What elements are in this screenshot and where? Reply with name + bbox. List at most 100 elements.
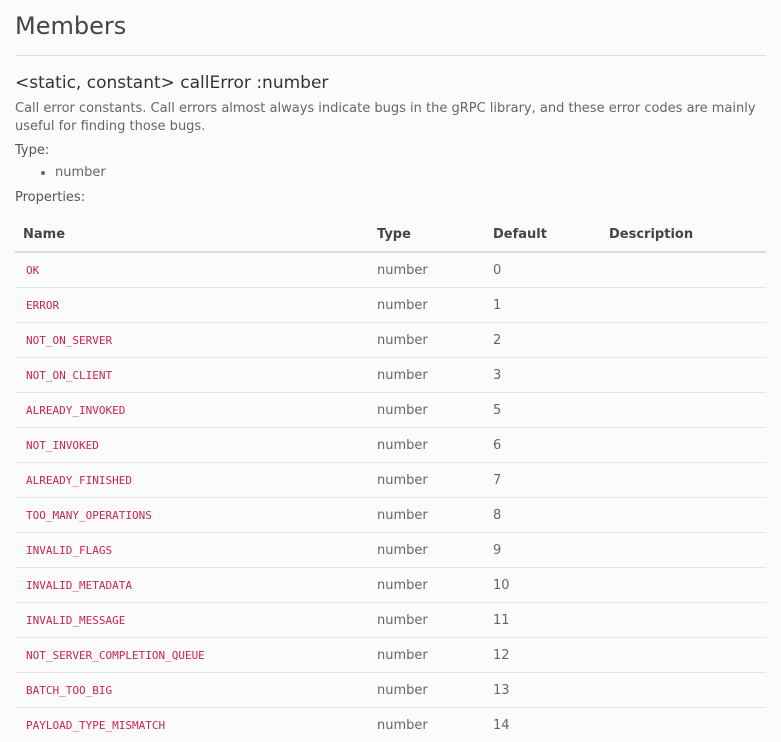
cell-description <box>601 673 766 708</box>
table-row: OK number 0 <box>15 252 766 288</box>
cell-name: NOT_ON_SERVER <box>15 323 369 358</box>
header-default: Default <box>485 217 601 252</box>
table-header-row: Name Type Default Description <box>15 217 766 252</box>
table-row: INVALID_METADATA number 10 <box>15 568 766 603</box>
cell-description <box>601 323 766 358</box>
constant-name: NOT_ON_SERVER <box>23 334 115 347</box>
section-divider <box>15 55 766 56</box>
properties-label: Properties: <box>15 189 766 207</box>
cell-description <box>601 463 766 498</box>
constant-name: NOT_INVOKED <box>23 439 102 452</box>
cell-name: INVALID_METADATA <box>15 568 369 603</box>
cell-description <box>601 568 766 603</box>
header-description: Description <box>601 217 766 252</box>
cell-type: number <box>369 252 485 288</box>
cell-type: number <box>369 708 485 742</box>
cell-description <box>601 428 766 463</box>
cell-default: 13 <box>485 673 601 708</box>
cell-name: OK <box>15 252 369 288</box>
table-row: INVALID_FLAGS number 9 <box>15 533 766 568</box>
constant-name: BATCH_TOO_BIG <box>23 684 115 697</box>
cell-name: INVALID_FLAGS <box>15 533 369 568</box>
constant-name: TOO_MANY_OPERATIONS <box>23 509 155 522</box>
table-row: ALREADY_INVOKED number 5 <box>15 393 766 428</box>
header-name: Name <box>15 217 369 252</box>
cell-default: 9 <box>485 533 601 568</box>
cell-default: 10 <box>485 568 601 603</box>
cell-name: ALREADY_INVOKED <box>15 393 369 428</box>
table-row: PAYLOAD_TYPE_MISMATCH number 14 <box>15 708 766 742</box>
type-list-item: number <box>55 164 766 182</box>
cell-default: 0 <box>485 252 601 288</box>
cell-type: number <box>369 358 485 393</box>
cell-type: number <box>369 568 485 603</box>
table-row: TOO_MANY_OPERATIONS number 8 <box>15 498 766 533</box>
cell-description <box>601 708 766 742</box>
table-row: BATCH_TOO_BIG number 13 <box>15 673 766 708</box>
table-row: ALREADY_FINISHED number 7 <box>15 463 766 498</box>
type-label: Type: <box>15 142 766 160</box>
constant-name: INVALID_FLAGS <box>23 544 115 557</box>
cell-type: number <box>369 533 485 568</box>
cell-description <box>601 288 766 323</box>
member-description: Call error constants. Call errors almost… <box>15 100 765 136</box>
cell-default: 3 <box>485 358 601 393</box>
constant-name: OK <box>23 264 42 277</box>
cell-default: 1 <box>485 288 601 323</box>
cell-default: 8 <box>485 498 601 533</box>
cell-name: NOT_SERVER_COMPLETION_QUEUE <box>15 638 369 673</box>
cell-type: number <box>369 323 485 358</box>
table-row: NOT_SERVER_COMPLETION_QUEUE number 12 <box>15 638 766 673</box>
constant-name: NOT_SERVER_COMPLETION_QUEUE <box>23 649 208 662</box>
table-row: INVALID_MESSAGE number 11 <box>15 603 766 638</box>
cell-type: number <box>369 498 485 533</box>
constant-name: PAYLOAD_TYPE_MISMATCH <box>23 719 168 732</box>
constant-name: ALREADY_INVOKED <box>23 404 128 417</box>
cell-name: ALREADY_FINISHED <box>15 463 369 498</box>
cell-description <box>601 603 766 638</box>
cell-default: 6 <box>485 428 601 463</box>
header-type: Type <box>369 217 485 252</box>
properties-table: Name Type Default Description OK number … <box>15 217 766 742</box>
cell-type: number <box>369 638 485 673</box>
cell-name: ERROR <box>15 288 369 323</box>
cell-default: 7 <box>485 463 601 498</box>
table-row: NOT_ON_SERVER number 2 <box>15 323 766 358</box>
doc-page: Members <static, constant> callError :nu… <box>0 0 781 742</box>
cell-type: number <box>369 463 485 498</box>
cell-name: BATCH_TOO_BIG <box>15 673 369 708</box>
cell-default: 2 <box>485 323 601 358</box>
member-signature: <static, constant> callError :number <box>15 71 766 95</box>
table-row: NOT_ON_CLIENT number 3 <box>15 358 766 393</box>
table-row: ERROR number 1 <box>15 288 766 323</box>
constant-name: NOT_ON_CLIENT <box>23 369 115 382</box>
cell-type: number <box>369 428 485 463</box>
type-list: number <box>15 164 766 182</box>
cell-default: 5 <box>485 393 601 428</box>
cell-description <box>601 252 766 288</box>
cell-name: INVALID_MESSAGE <box>15 603 369 638</box>
cell-default: 14 <box>485 708 601 742</box>
cell-default: 11 <box>485 603 601 638</box>
constant-name: INVALID_METADATA <box>23 579 135 592</box>
cell-description <box>601 638 766 673</box>
cell-type: number <box>369 603 485 638</box>
constant-name: ALREADY_FINISHED <box>23 474 135 487</box>
cell-name: PAYLOAD_TYPE_MISMATCH <box>15 708 369 742</box>
cell-description <box>601 358 766 393</box>
cell-name: NOT_ON_CLIENT <box>15 358 369 393</box>
cell-name: NOT_INVOKED <box>15 428 369 463</box>
cell-type: number <box>369 288 485 323</box>
cell-name: TOO_MANY_OPERATIONS <box>15 498 369 533</box>
cell-type: number <box>369 393 485 428</box>
cell-type: number <box>369 673 485 708</box>
cell-default: 12 <box>485 638 601 673</box>
table-row: NOT_INVOKED number 6 <box>15 428 766 463</box>
cell-description <box>601 533 766 568</box>
section-title: Members <box>15 0 766 44</box>
cell-description <box>601 498 766 533</box>
constant-name: INVALID_MESSAGE <box>23 614 128 627</box>
constant-name: ERROR <box>23 299 62 312</box>
properties-table-body: OK number 0 ERROR number 1 NOT_ON_SERVER… <box>15 252 766 742</box>
cell-description <box>601 393 766 428</box>
